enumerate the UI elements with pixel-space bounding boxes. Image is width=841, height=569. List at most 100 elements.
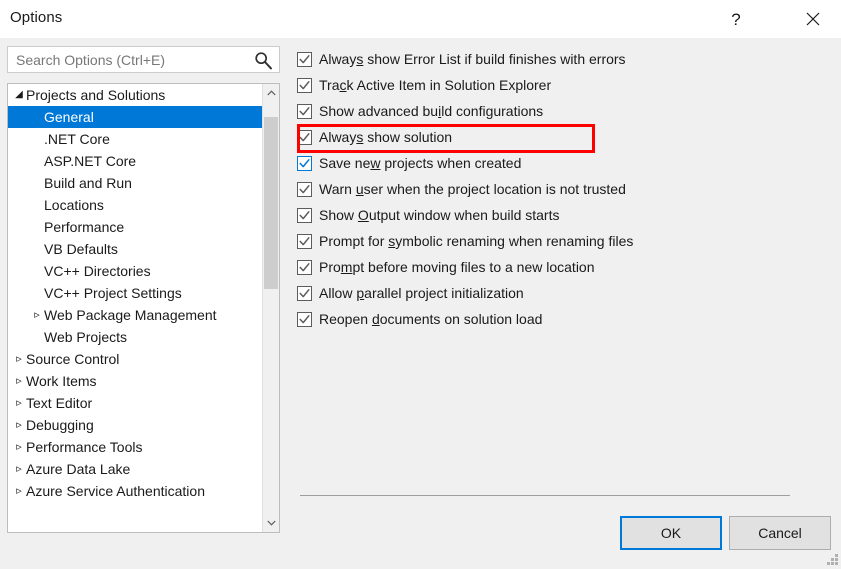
tree-item-vc-directories[interactable]: VC++ Directories	[8, 260, 262, 282]
tree-item-work-items[interactable]: ▹ Work Items	[8, 370, 262, 392]
tree-item-azure-data-lake[interactable]: ▹ Azure Data Lake	[8, 458, 262, 480]
tree-scrollbar-thumb[interactable]	[264, 117, 278, 289]
checkbox-reopen-documents-on-solution-load[interactable]	[297, 311, 312, 327]
tree-expander-collapsed-icon[interactable]: ▹	[12, 436, 26, 458]
search-box[interactable]	[7, 46, 280, 73]
option-row-track-active-item-in-solution-explorer[interactable]: Track Active Item in Solution Explorer	[297, 72, 833, 98]
options-tree-panel[interactable]: ◢ Projects and Solutions General .NET Cor…	[7, 83, 280, 533]
tree-item-performance-tools[interactable]: ▹ Performance Tools	[8, 436, 262, 458]
tree-item-label: Text Editor	[26, 395, 93, 411]
tree-item-label: General	[44, 109, 94, 125]
option-row-show-advanced-build-configurations[interactable]: Show advanced build configurations	[297, 98, 833, 124]
ok-button[interactable]: OK	[620, 516, 722, 550]
close-icon	[806, 12, 820, 26]
chevron-down-icon	[266, 520, 276, 526]
checkmark-icon	[299, 54, 310, 63]
tree-scrollbar[interactable]	[262, 84, 279, 532]
checkmark-icon	[299, 262, 310, 271]
tree-expander-collapsed-icon[interactable]: ▹	[12, 392, 26, 414]
tree-item-label: Web Projects	[44, 329, 127, 345]
checkmark-icon	[299, 80, 310, 89]
tree-item-build-and-run[interactable]: Build and Run	[8, 172, 262, 194]
tree-expander-placeholder-icon	[30, 128, 44, 150]
title-bar: Options ?	[0, 0, 841, 38]
tree-item-vb-defaults[interactable]: VB Defaults	[8, 238, 262, 260]
help-button[interactable]: ?	[713, 0, 759, 38]
tree-expander-collapsed-icon[interactable]: ▹	[30, 304, 44, 326]
tree-item-projects-and-solutions[interactable]: ◢ Projects and Solutions	[8, 84, 262, 106]
checkmark-icon	[299, 158, 310, 167]
tree-item-vc-project-settings[interactable]: VC++ Project Settings	[8, 282, 262, 304]
checkbox-save-new-projects-when-created[interactable]	[297, 155, 312, 171]
option-row-always-show-error-list-if-build-finishes-with-errors[interactable]: Always show Error List if build finishes…	[297, 46, 833, 72]
tree-item-label: Debugging	[26, 417, 94, 433]
tree-expander-placeholder-icon	[30, 216, 44, 238]
cancel-button[interactable]: Cancel	[729, 516, 831, 550]
tree-expander-placeholder-icon	[30, 260, 44, 282]
checkmark-icon	[299, 288, 310, 297]
tree-item-web-projects[interactable]: Web Projects	[8, 326, 262, 348]
tree-expander-expanded-icon[interactable]: ◢	[12, 84, 26, 106]
option-label-reopen-documents-on-solution-load: Reopen documents on solution load	[319, 311, 543, 327]
tree-expander-collapsed-icon[interactable]: ▹	[12, 370, 26, 392]
options-tree-list[interactable]: ◢ Projects and Solutions General .NET Cor…	[8, 84, 262, 532]
resize-grip[interactable]	[826, 554, 838, 566]
tree-item-label: .NET Core	[44, 131, 110, 147]
scroll-up-button[interactable]	[263, 84, 279, 102]
tree-item-label: Projects and Solutions	[26, 87, 166, 103]
tree-expander-placeholder-icon	[30, 282, 44, 304]
tree-item-locations[interactable]: Locations	[8, 194, 262, 216]
tree-expander-placeholder-icon	[30, 172, 44, 194]
tree-item-label: VB Defaults	[44, 241, 118, 257]
checkbox-prompt-for-symbolic-renaming-when-renaming-files[interactable]	[297, 233, 312, 249]
tree-item-net-core[interactable]: .NET Core	[8, 128, 262, 150]
option-row-show-output-window-when-build-starts[interactable]: Show Output window when build starts	[297, 202, 833, 228]
checkbox-allow-parallel-project-initialization[interactable]	[297, 285, 312, 301]
checkbox-show-advanced-build-configurations[interactable]	[297, 103, 312, 119]
checkbox-track-active-item-in-solution-explorer[interactable]	[297, 77, 312, 93]
checkmark-icon	[299, 236, 310, 245]
option-row-warn-user-when-the-project-location-is-not-trusted[interactable]: Warn user when the project location is n…	[297, 176, 833, 202]
tree-item-source-control[interactable]: ▹ Source Control	[8, 348, 262, 370]
tree-item-azure-service-authentication[interactable]: ▹ Azure Service Authentication	[8, 480, 262, 502]
checkbox-always-show-error-list-if-build-finishes-with-errors[interactable]	[297, 51, 312, 67]
option-label-prompt-for-symbolic-renaming-when-renaming-files: Prompt for symbolic renaming when renami…	[319, 233, 634, 249]
tree-expander-collapsed-icon[interactable]: ▹	[12, 480, 26, 502]
tree-item-label: Source Control	[26, 351, 120, 367]
search-input[interactable]	[16, 47, 244, 72]
tree-item-text-editor[interactable]: ▹ Text Editor	[8, 392, 262, 414]
checkmark-icon	[299, 184, 310, 193]
close-button[interactable]	[790, 0, 836, 38]
tree-item-performance[interactable]: Performance	[8, 216, 262, 238]
tree-expander-placeholder-icon	[30, 326, 44, 348]
option-row-reopen-documents-on-solution-load[interactable]: Reopen documents on solution load	[297, 306, 833, 332]
tree-item-debugging[interactable]: ▹ Debugging	[8, 414, 262, 436]
option-row-prompt-before-moving-files-to-a-new-location[interactable]: Prompt before moving files to a new loca…	[297, 254, 833, 280]
tree-expander-collapsed-icon[interactable]: ▹	[12, 458, 26, 480]
tree-item-general[interactable]: General	[8, 106, 262, 128]
checkmark-icon	[299, 132, 310, 141]
tree-item-label: Azure Service Authentication	[26, 483, 205, 499]
option-row-allow-parallel-project-initialization[interactable]: Allow parallel project initialization	[297, 280, 833, 306]
tree-expander-placeholder-icon	[30, 150, 44, 172]
option-row-always-show-solution[interactable]: Always show solution	[297, 124, 833, 150]
checkbox-always-show-solution[interactable]	[297, 129, 312, 145]
tree-item-asp-net-core[interactable]: ASP.NET Core	[8, 150, 262, 172]
tree-item-label: ASP.NET Core	[44, 153, 137, 169]
option-label-allow-parallel-project-initialization: Allow parallel project initialization	[319, 285, 524, 301]
tree-item-label: VC++ Project Settings	[44, 285, 182, 301]
option-row-prompt-for-symbolic-renaming-when-renaming-files[interactable]: Prompt for symbolic renaming when renami…	[297, 228, 833, 254]
option-row-save-new-projects-when-created[interactable]: Save new projects when created	[297, 150, 833, 176]
tree-expander-collapsed-icon[interactable]: ▹	[12, 348, 26, 370]
scroll-down-button[interactable]	[263, 514, 279, 532]
option-label-always-show-error-list-if-build-finishes-with-errors: Always show Error List if build finishes…	[319, 51, 626, 67]
checkbox-prompt-before-moving-files-to-a-new-location[interactable]	[297, 259, 312, 275]
tree-item-label: Work Items	[26, 373, 97, 389]
window-title: Options	[10, 9, 63, 26]
search-icon[interactable]	[253, 50, 273, 70]
tree-item-web-package-management[interactable]: ▹ Web Package Management	[8, 304, 262, 326]
checkbox-show-output-window-when-build-starts[interactable]	[297, 207, 312, 223]
checkbox-warn-user-when-the-project-location-is-not-trusted[interactable]	[297, 181, 312, 197]
tree-expander-collapsed-icon[interactable]: ▹	[12, 414, 26, 436]
tree-item-label: Build and Run	[44, 175, 132, 191]
